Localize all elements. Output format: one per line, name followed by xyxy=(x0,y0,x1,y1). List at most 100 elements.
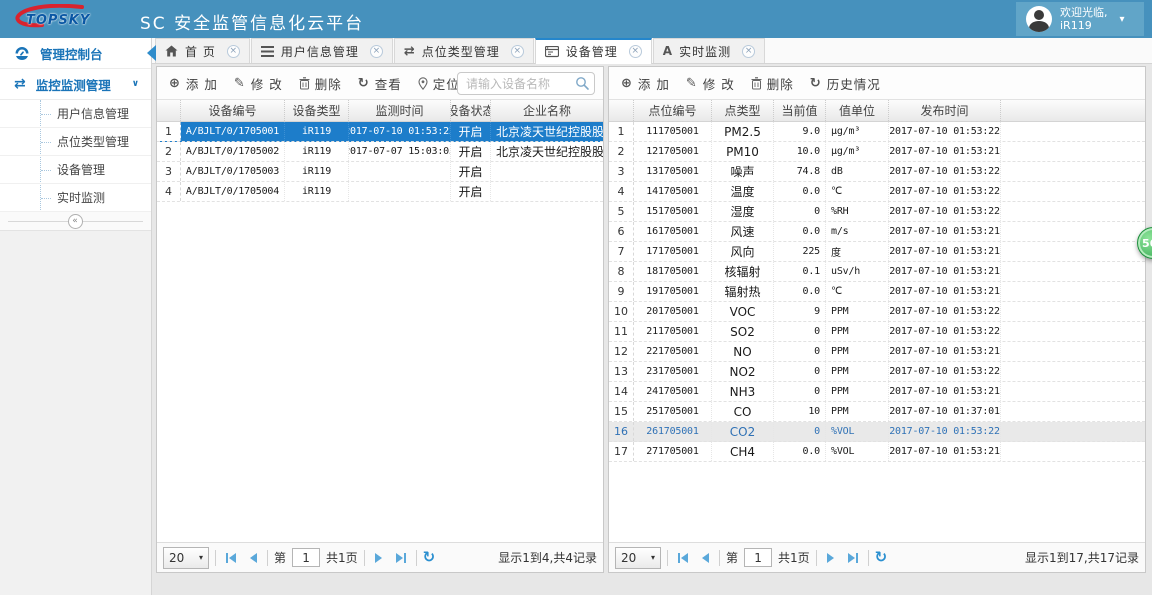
table-row[interactable]: 1 A/BJLT/0/1705001 iR119 2017-07-10 01:53:2… xyxy=(157,122,603,142)
tab-home[interactable]: 首 页 × xyxy=(155,38,250,63)
logo-text: TOPSKY xyxy=(26,13,91,28)
table-row[interactable]: 6 161705001 风速 0.0 m/s 2017-07-10 01:53:21 xyxy=(609,222,1145,242)
cell-current-value: 0.0 xyxy=(774,182,826,201)
sidebar-collapse-arrow-icon[interactable] xyxy=(147,45,156,61)
table-row[interactable]: 2 121705001 PM10 10.0 μg/m³ 2017-07-10 01:53:… xyxy=(609,142,1145,162)
topsky-logo[interactable]: TOPSKY xyxy=(12,4,116,34)
cell-unit: m/s xyxy=(826,222,889,241)
table-row[interactable]: 7 171705001 风向 225 度 2017-07-10 01:53:21 xyxy=(609,242,1145,262)
cell-device-type: iR119 xyxy=(285,162,349,181)
row-number: 2 xyxy=(157,142,181,161)
cell-unit: PPM xyxy=(826,322,889,341)
add-button[interactable]: ⊕ 添 加 xyxy=(613,71,678,95)
column-header: 设备状态 xyxy=(451,100,491,121)
table-row[interactable]: 15 251705001 CO 10 PPM 2017-07-10 01:37:01 xyxy=(609,402,1145,422)
table-row[interactable]: 14 241705001 NH3 0 PPM 2017-07-10 01:53:21 xyxy=(609,382,1145,402)
table-row[interactable]: 4 141705001 温度 0.0 ℃ 2017-07-10 01:53:22 xyxy=(609,182,1145,202)
cell-device-type: iR119 xyxy=(285,182,349,201)
collapse-icon[interactable]: « xyxy=(67,214,83,229)
delete-button[interactable]: 删除 xyxy=(743,71,802,95)
cell-company xyxy=(491,162,603,181)
sidebar-item-device[interactable]: 设备管理 xyxy=(0,156,151,184)
table-row[interactable]: 17 271705001 CH4 0.0 %VOL 2017-07-10 01:53:21 xyxy=(609,442,1145,462)
sidebar-item-monitor-mgmt[interactable]: ⇄ 监控监测管理 ∨ xyxy=(0,69,151,100)
tab-point-type[interactable]: ⇄ 点位类型管理 × xyxy=(393,38,534,63)
table-row[interactable]: 3 131705001 噪声 74.8 dB 2017-07-10 01:53:22 xyxy=(609,162,1145,182)
row-number: 2 xyxy=(609,142,634,161)
user-menu[interactable]: 欢迎光临, iR119 ▾ xyxy=(1016,2,1144,36)
page-number-input[interactable] xyxy=(292,548,321,567)
delete-icon xyxy=(751,76,762,90)
tab-close-icon[interactable]: × xyxy=(628,45,642,58)
cell-company: 北京凌天世纪控股股份有限 xyxy=(496,145,603,159)
delete-button[interactable]: 删除 xyxy=(291,71,350,95)
tab-close-icon[interactable]: × xyxy=(510,44,524,58)
cell-point-type: 风向 xyxy=(712,242,774,261)
cell-point-type: 辐射热 xyxy=(712,282,774,301)
search-icon[interactable] xyxy=(575,76,590,94)
view-button[interactable]: ↻ 查看 xyxy=(350,71,410,95)
sidebar-item-console[interactable]: 管理控制台 xyxy=(0,38,151,69)
cell-point-id: 151705001 xyxy=(634,202,712,221)
edit-button[interactable]: ✎ 修 改 xyxy=(678,71,743,95)
sidebar-item-point-type[interactable]: 点位类型管理 xyxy=(0,128,151,156)
table-row[interactable]: 3 A/BJLT/0/1705003 iR119 开启 xyxy=(157,162,603,182)
page-number-input[interactable] xyxy=(744,548,773,567)
row-number: 14 xyxy=(609,382,634,401)
table-row[interactable]: 9 191705001 辐射热 0.0 ℃ 2017-07-10 01:53:21 xyxy=(609,282,1145,302)
next-page-button[interactable] xyxy=(371,551,386,565)
cell-publish-time: 2017-07-10 01:53:21 xyxy=(889,342,1001,361)
page-size-select[interactable]: 20 ▾ xyxy=(615,546,661,569)
table-row[interactable]: 13 231705001 NO2 0 PPM 2017-07-10 01:53:22 xyxy=(609,362,1145,382)
cell-filler xyxy=(1001,442,1145,461)
cell-current-value: 0.1 xyxy=(774,262,826,281)
point-panel: ⊕ 添 加 ✎ 修 改 删除 ↻ 历史情况 点位编号 点类型 当前值 值单位 发布时间 … xyxy=(608,66,1146,573)
sidebar-item-user-info[interactable]: 用户信息管理 xyxy=(0,100,151,128)
edit-button[interactable]: ✎ 修 改 xyxy=(226,71,291,95)
first-page-button[interactable] xyxy=(674,551,692,565)
row-number: 3 xyxy=(157,162,181,181)
page-size-select[interactable]: 20 ▾ xyxy=(163,546,209,569)
prev-page-button[interactable] xyxy=(698,551,713,565)
cell-current-value: 0 xyxy=(774,382,826,401)
history-button[interactable]: ↻ 历史情况 xyxy=(802,71,889,95)
table-row[interactable]: 12 221705001 NO 0 PPM 2017-07-10 01:53:21 xyxy=(609,342,1145,362)
add-button[interactable]: ⊕ 添 加 xyxy=(161,71,226,95)
cell-current-value: 225 xyxy=(774,242,826,261)
refresh-icon[interactable]: ↻ xyxy=(875,550,888,565)
cell-unit: uSv/h xyxy=(826,262,889,281)
tab-device[interactable]: 设备管理 × xyxy=(534,38,652,64)
table-row[interactable]: 5 151705001 湿度 0 %RH 2017-07-10 01:53:22 xyxy=(609,202,1145,222)
table-row[interactable]: 4 A/BJLT/0/1705004 iR119 开启 xyxy=(157,182,603,202)
caret-down-icon: ▾ xyxy=(650,553,655,562)
cell-point-type: NO2 xyxy=(712,362,774,381)
column-header: 值单位 xyxy=(826,100,889,121)
cell-publish-time: 2017-07-10 01:53:21 xyxy=(889,282,1001,301)
table-row[interactable]: 2 A/BJLT/0/1705002 iR119 2017-07-07 15:03:0… xyxy=(157,142,603,162)
tab-realtime[interactable]: A 实时监测 × xyxy=(652,38,766,63)
cell-current-value: 0.0 xyxy=(774,222,826,241)
first-page-button[interactable] xyxy=(222,551,240,565)
tab-user-info[interactable]: 用户信息管理 × xyxy=(250,38,393,63)
last-page-button[interactable] xyxy=(392,551,410,565)
cell-point-type: 核辐射 xyxy=(712,262,774,281)
cell-point-type: 风速 xyxy=(712,222,774,241)
last-page-button[interactable] xyxy=(844,551,862,565)
row-number: 7 xyxy=(609,242,634,261)
sidebar-item-realtime[interactable]: 实时监测 xyxy=(0,184,151,212)
table-row[interactable]: 16 261705001 CO2 0 %VOL 2017-07-10 01:53:22 xyxy=(609,422,1145,442)
tab-close-icon[interactable]: × xyxy=(369,44,383,58)
tab-close-icon[interactable]: × xyxy=(742,44,756,58)
prev-page-button[interactable] xyxy=(246,551,261,565)
swap-icon: ⇄ xyxy=(403,43,415,59)
location-pin-icon xyxy=(418,76,428,90)
next-page-button[interactable] xyxy=(823,551,838,565)
refresh-icon[interactable]: ↻ xyxy=(423,550,436,565)
table-row[interactable]: 10 201705001 VOC 9 PPM 2017-07-10 01:53:22 xyxy=(609,302,1145,322)
add-icon: ⊕ xyxy=(169,75,181,91)
tab-close-icon[interactable]: × xyxy=(226,44,240,58)
row-number: 6 xyxy=(609,222,634,241)
table-row[interactable]: 1 111705001 PM2.5 9.0 μg/m³ 2017-07-10 01:53:… xyxy=(609,122,1145,142)
table-row[interactable]: 11 211705001 SO2 0 PPM 2017-07-10 01:53:22 xyxy=(609,322,1145,342)
table-row[interactable]: 8 181705001 核辐射 0.1 uSv/h 2017-07-10 01:53:21 xyxy=(609,262,1145,282)
